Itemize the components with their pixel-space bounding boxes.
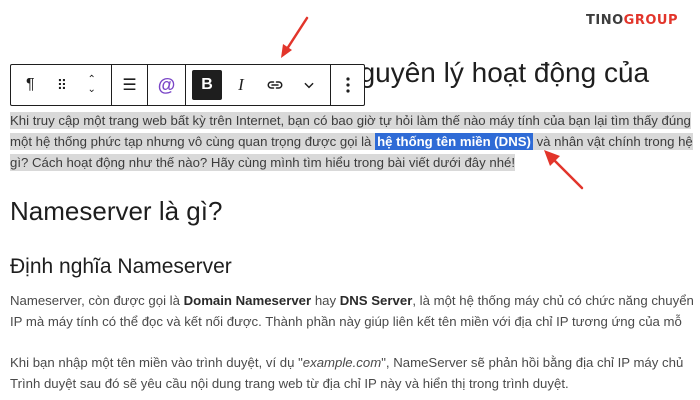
arrow-annotation-highlight [544,150,584,190]
chevron-down-icon [304,82,314,89]
options-group [331,65,364,105]
post-heading[interactable]: nguyên lý hoạt động của [344,57,649,89]
tinogroup-logo: TINOGROUP [586,13,678,28]
example-paragraph[interactable]: Khi bạn nhập một tên miền vào trình duyệ… [10,352,700,394]
logo-suffix: GROUP [623,13,678,28]
heading-nameserver[interactable]: Nameserver là gì? [10,196,222,227]
example-domain: example.com [302,355,382,370]
move-down-icon[interactable]: ⌄ [87,85,95,95]
bold-term: DNS Server [339,293,413,308]
plugin-group: @ [148,65,186,105]
selected-text: Khi truy cập một trang web bất kỳ trên I… [10,112,691,129]
italic-button[interactable]: I [226,70,256,100]
selected-text: gì? Cách hoạt động như thế nào? Hãy cùng… [10,154,516,171]
align-text-icon[interactable]: ☰ [115,70,145,100]
arrow-annotation-toolbar [281,16,309,58]
text-segment: hay [311,293,340,308]
definition-paragraph[interactable]: Nameserver, còn được gọi là Domain Names… [10,290,700,332]
at-plugin-icon[interactable]: @ [152,70,182,100]
highlighted-link-text[interactable]: hệ thống tên miền (DNS) [375,133,533,150]
link-button[interactable] [260,70,290,100]
drag-handle-icon[interactable]: ⠿ [46,70,76,100]
block-mover: ⌃ ⌄ [77,70,107,100]
bold-term: Domain Nameserver [183,293,312,308]
logo-prefix: TINO [586,13,624,28]
align-group: ☰ [112,65,148,105]
text-line: IP mà máy tính có thể đọc và kết nối đượ… [10,314,682,329]
block-toolbar: ¶ ⠿ ⌃ ⌄ ☰ @ B I [10,64,365,106]
more-formats-button[interactable] [294,70,324,100]
heading-definition[interactable]: Định nghĩa Nameserver [10,255,232,279]
text-line: Trình duyệt sau đó sẽ yêu cầu nội dung t… [10,376,569,391]
paragraph-block-icon[interactable]: ¶ [15,70,45,100]
selected-text: một hệ thống phức tạp nhưng vô cùng quan… [10,133,376,150]
text-segment: , là một hệ thống máy chủ có chức năng c… [412,293,694,308]
link-icon [267,81,283,89]
bold-button[interactable]: B [192,70,222,100]
options-menu-icon[interactable] [333,70,363,100]
text-segment: Nameserver, còn được gọi là [10,293,184,308]
block-controls-group: ¶ ⠿ ⌃ ⌄ [11,65,112,105]
text-segment: Khi bạn nhập một tên miền vào trình duyệ… [10,355,303,370]
format-group: B I [186,65,331,105]
text-segment: ", NameServer sẽ phản hồi bằng địa chỉ I… [381,355,684,370]
intro-paragraph[interactable]: Khi truy cập một trang web bất kỳ trên I… [10,110,700,173]
vertical-dots-icon [345,77,350,93]
